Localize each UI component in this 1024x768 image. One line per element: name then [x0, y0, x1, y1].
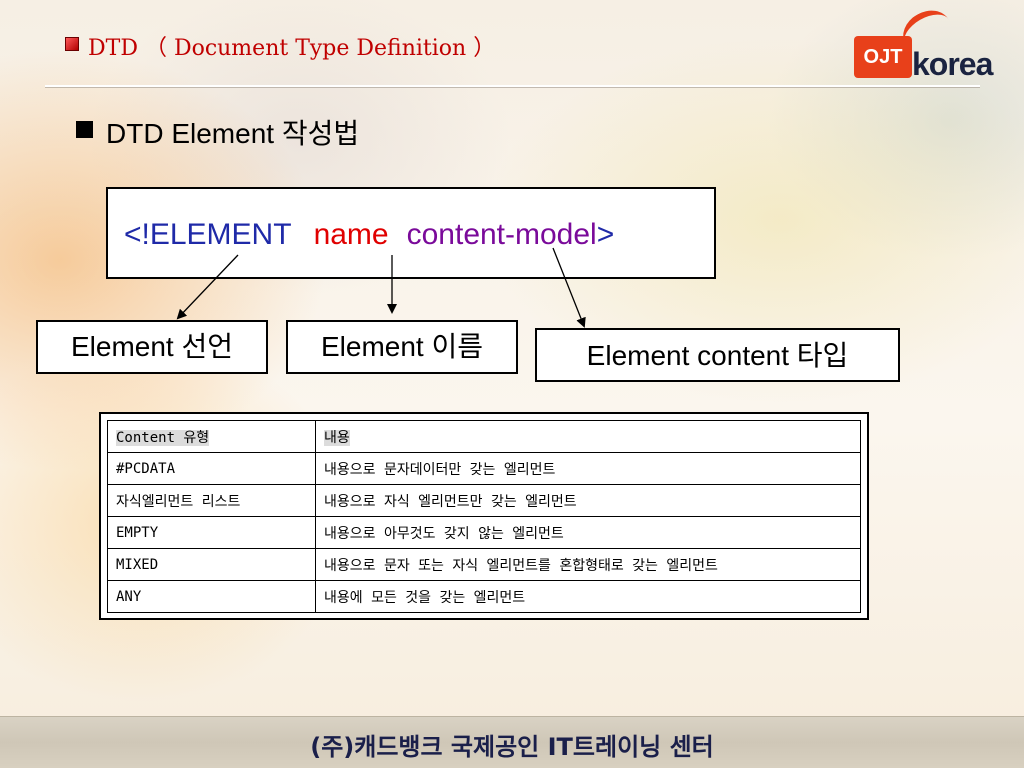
content-type-table: Content 유형 내용 #PCDATA 내용으로 문자데이터만 갖는 엘리먼…: [99, 412, 869, 620]
table-cell: 내용으로 아무것도 갖지 않는 엘리먼트: [315, 516, 861, 549]
section-title: DTD Element 작성법: [106, 118, 360, 149]
table-header-row: Content 유형 내용: [107, 420, 861, 453]
logo-badge: OJT: [854, 36, 912, 78]
header-divider: [45, 85, 980, 87]
title-bullet-icon: [65, 37, 79, 51]
table-header-cell: 내용: [315, 420, 861, 453]
table-cell: MIXED: [107, 548, 316, 581]
table-cell: EMPTY: [107, 516, 316, 549]
page-title: DTD （ Document Type Definition ）: [88, 36, 496, 61]
table-row: ANY 내용에 모든 것을 갖는 엘리먼트: [107, 580, 861, 613]
table-cell: 자식엘리먼트 리스트: [107, 484, 316, 517]
section-bullet-icon: [76, 121, 93, 138]
label-element-declaration: Element 선언: [36, 320, 268, 374]
table-cell: 내용에 모든 것을 갖는 엘리먼트: [315, 580, 861, 613]
table-row: 자식엘리먼트 리스트 내용으로 자식 엘리먼트만 갖는 엘리먼트: [107, 484, 861, 517]
footer-text: (주)캐드뱅크 국제공인 IT트레이닝 센터: [310, 733, 714, 761]
table-cell: 내용으로 문자데이터만 갖는 엘리먼트: [315, 452, 861, 485]
table-row: EMPTY 내용으로 아무것도 갖지 않는 엘리먼트: [107, 516, 861, 549]
logo-wordmark: korea: [912, 46, 993, 82]
table-header-cell: Content 유형: [107, 420, 316, 453]
syntax-content-model: content-model: [406, 218, 597, 251]
syntax-keyword: <!ELEMENT: [124, 218, 292, 251]
table-row: #PCDATA 내용으로 문자데이터만 갖는 엘리먼트: [107, 452, 861, 485]
table-cell: 내용으로 문자 또는 자식 엘리먼트를 혼합형태로 갖는 엘리먼트: [315, 548, 861, 581]
syntax-close: >: [596, 218, 615, 251]
ojt-korea-logo: OJT korea: [850, 2, 993, 88]
table-cell: ANY: [107, 580, 316, 613]
syntax-name: name: [313, 218, 389, 251]
footer-bar: (주)캐드뱅크 국제공인 IT트레이닝 센터: [0, 716, 1024, 768]
label-element-content-type: Element content 타입: [535, 328, 900, 382]
label-element-name: Element 이름: [286, 320, 518, 374]
table-row: MIXED 내용으로 문자 또는 자식 엘리먼트를 혼합형태로 갖는 엘리먼트: [107, 548, 861, 581]
table-cell: #PCDATA: [107, 452, 316, 485]
element-syntax-box: <!ELEMENT name content-model>: [106, 187, 716, 279]
table-cell: 내용으로 자식 엘리먼트만 갖는 엘리먼트: [315, 484, 861, 517]
